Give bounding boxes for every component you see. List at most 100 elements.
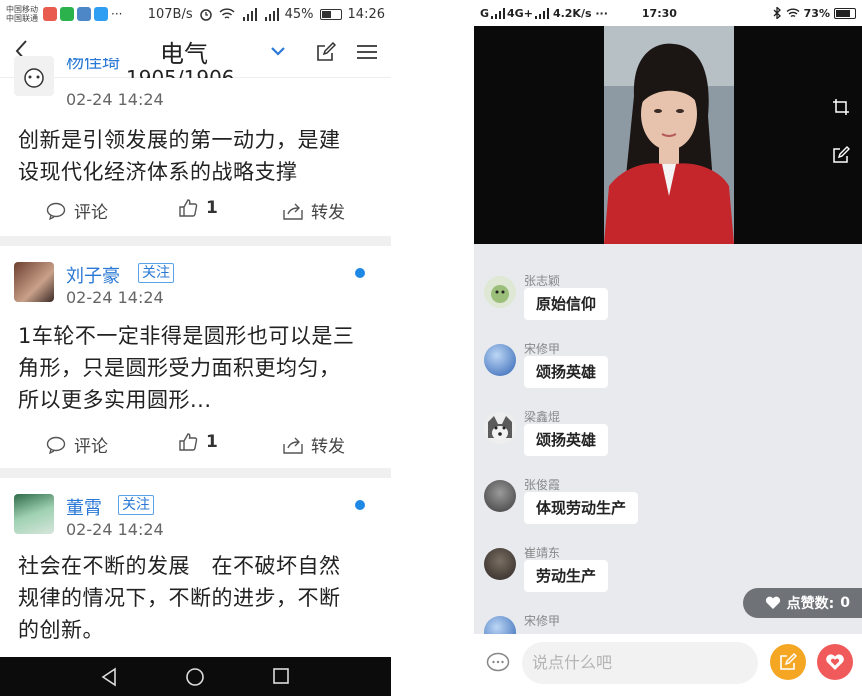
thumbs-up-icon <box>179 433 198 451</box>
like-button[interactable]: 1 <box>178 198 218 218</box>
nav-home-icon[interactable] <box>185 667 205 687</box>
heart-icon <box>765 596 780 609</box>
like-count: 1 <box>206 432 218 452</box>
bluetooth-icon <box>773 7 781 19</box>
follow-button[interactable]: 关注 <box>118 495 154 515</box>
share-button[interactable]: 转发 <box>283 198 345 223</box>
post-time: 02-24 14:24 <box>66 288 164 307</box>
signal-4g-icon <box>264 7 279 21</box>
avatar[interactable] <box>484 480 516 512</box>
message-bubble: 原始信仰 <box>524 288 609 320</box>
post-card: 杨佳琦 02-24 14:24 创新是引领发展的第一动力，是建 设现代化经济体系… <box>0 56 391 236</box>
network-label: 4G+ <box>507 6 533 20</box>
carrier-1: 中国移动 <box>6 5 38 14</box>
user-name[interactable]: 刘子豪 <box>66 262 120 288</box>
avatar[interactable] <box>484 548 516 580</box>
likes-counter[interactable]: 点赞数: 0 <box>742 588 862 618</box>
nav-back-icon[interactable] <box>100 667 118 687</box>
follow-button[interactable]: 关注 <box>138 263 174 283</box>
signal-icon <box>491 7 506 19</box>
post-card: 董霄 关注 02-24 14:24 社会在不断的发展 在不破坏自然 规律的情况下… <box>0 478 391 678</box>
post-text-line: 规律的情况下，不断的进步，不断 <box>18 586 341 610</box>
avatar[interactable] <box>14 262 54 302</box>
post-text[interactable]: 1车轮不一定非得是圆形也可以是三 角形，只是圆形受力面积更均匀， 所以更多实用圆… <box>18 320 354 416</box>
battery-percent: 73% <box>803 6 830 20</box>
battery-percent: 45% <box>284 6 314 22</box>
likes-count: 0 <box>840 595 850 611</box>
like-button[interactable] <box>817 644 853 680</box>
user-name[interactable]: 杨佳琦 <box>66 58 120 76</box>
comment-input[interactable]: 说点什么吧 <box>522 642 758 684</box>
comment-label: 评论 <box>74 437 108 457</box>
nav-recents-icon[interactable] <box>272 667 290 685</box>
wifi-icon <box>219 7 235 19</box>
sender-name: 张志颖 <box>524 274 561 288</box>
status-bar: 中国移动 中国联通 ··· 107B/s 45% 14:26 <box>0 0 391 28</box>
like-count: 1 <box>206 198 218 218</box>
top-navbar: 电气 1905/1906 <box>0 28 391 78</box>
status-bar: G 4G+ 4.2K/s ··· 17:30 73% <box>474 0 862 26</box>
post-text[interactable]: 社会在不断的发展 在不破坏自然 规律的情况下，不断的进步，不断 的创新。 <box>18 550 341 646</box>
signal-icon <box>534 7 549 19</box>
live-video[interactable] <box>474 26 862 244</box>
app-notification-icon <box>43 7 57 21</box>
share-label: 转发 <box>311 437 345 457</box>
sender-name: 梁鑫焜 <box>524 410 561 424</box>
right-phone-screen: G 4G+ 4.2K/s ··· 17:30 73% 张志颖 原始信仰 宋修甲 … <box>474 0 862 696</box>
post-card: 刘子豪 关注 02-24 14:24 1车轮不一定非得是圆形也可以是三 角形，只… <box>0 246 391 468</box>
edit-icon <box>780 653 797 670</box>
system-navigation-bar <box>0 657 391 696</box>
carrier-2: 中国联通 <box>6 14 38 23</box>
share-icon <box>283 437 303 454</box>
battery-icon <box>834 7 856 19</box>
notification-icons: ··· <box>43 7 122 21</box>
menu-icon[interactable] <box>356 44 378 60</box>
edit-icon[interactable] <box>832 146 850 164</box>
battery-icon <box>319 8 342 20</box>
comment-icon[interactable] <box>486 652 510 674</box>
app-notification-icon <box>94 7 108 21</box>
like-button[interactable]: 1 <box>178 432 218 452</box>
message-bubble: 颂扬英雄 <box>524 356 609 388</box>
share-button[interactable]: 转发 <box>283 432 345 457</box>
avatar[interactable] <box>14 56 54 96</box>
chevron-down-icon[interactable] <box>270 46 286 56</box>
avatar[interactable] <box>484 276 516 308</box>
more-icon: ··· <box>111 7 123 21</box>
message-bubble: 体现劳动生产 <box>524 492 639 524</box>
comment-icon <box>46 202 66 220</box>
status-time: 17:30 <box>641 6 677 20</box>
sender-name: 宋修甲 <box>524 342 561 356</box>
message-bubble: 颂扬英雄 <box>524 424 609 456</box>
post-time: 02-24 14:24 <box>66 520 164 539</box>
edit-button[interactable] <box>770 644 806 680</box>
sender-name: 崔靖东 <box>524 546 561 560</box>
post-time: 02-24 14:24 <box>66 90 164 109</box>
comment-icon <box>46 436 66 454</box>
signal-2g-icon <box>242 7 257 21</box>
avatar[interactable] <box>484 344 516 376</box>
comment-button[interactable]: 评论 <box>46 432 108 457</box>
comment-label: 评论 <box>74 203 108 223</box>
signal-label: G <box>480 6 490 20</box>
avatar[interactable] <box>14 494 54 534</box>
thumbs-up-icon <box>179 199 198 217</box>
avatar[interactable] <box>484 616 516 634</box>
sender-name: 宋修甲 <box>524 614 561 628</box>
carrier-labels: 中国移动 中国联通 <box>6 5 38 23</box>
chat-list: 张志颖 原始信仰 宋修甲 颂扬英雄 梁鑫焜 颂扬英雄 张俊霞 体现劳动生产 崔靖… <box>474 244 862 634</box>
share-icon <box>283 203 303 220</box>
crop-icon[interactable] <box>832 98 850 116</box>
edit-icon[interactable] <box>316 42 336 62</box>
share-label: 转发 <box>311 203 345 223</box>
post-text-line: 1车轮不一定非得是圆形也可以是三 <box>18 324 355 348</box>
post-text[interactable]: 创新是引领发展的第一动力，是建 设现代化经济体系的战略支撑 <box>18 124 341 188</box>
app-notification-icon <box>77 7 91 21</box>
user-name[interactable]: 董霄 <box>66 494 102 520</box>
net-speed: 4.2K/s ··· <box>552 6 608 20</box>
avatar[interactable] <box>484 412 516 444</box>
sender-name: 张俊霞 <box>524 478 561 492</box>
post-text-line: 角形，只是圆形受力面积更均匀， <box>18 356 341 380</box>
comment-button[interactable]: 评论 <box>46 198 108 223</box>
divider <box>0 468 391 478</box>
